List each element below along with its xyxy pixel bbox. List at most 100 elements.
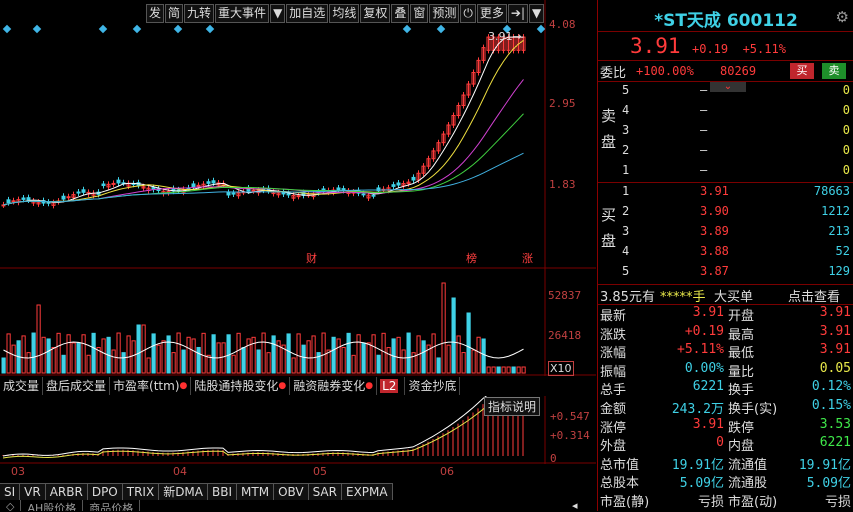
- bid-row-3[interactable]: 3 3.89 213: [598, 223, 853, 242]
- indicator-tab-0[interactable]: 成交量: [0, 377, 44, 395]
- big-order-price: 3.85元有: [600, 290, 655, 305]
- bottom-tabs-arrow-icon[interactable]: ◂: [572, 499, 578, 512]
- gear-icon[interactable]: ⚙: [836, 8, 849, 26]
- volume-bar: [366, 342, 371, 374]
- event-diamond-icon: [436, 24, 446, 34]
- time-label-06: 06: [440, 465, 454, 478]
- volume-bar: [221, 342, 226, 374]
- bid-row-1[interactable]: 1 3.91 78663: [598, 183, 853, 202]
- bid-row-4[interactable]: 4 3.88 52: [598, 243, 853, 262]
- quote-label: 市盈(静): [600, 495, 650, 510]
- ask-row-5[interactable]: 1 – 0: [598, 162, 853, 181]
- order-price: –: [700, 123, 708, 137]
- quote-value: 19.91亿: [798, 457, 851, 473]
- volume-bar: [376, 354, 381, 374]
- current-price: 3.91: [630, 34, 681, 58]
- bottom-tab-2[interactable]: ARBR: [45, 483, 88, 500]
- quote-label: 内盘: [728, 439, 755, 455]
- indicator-tab-1[interactable]: 盘后成交量: [43, 377, 111, 395]
- indicator-tab-5[interactable]: L2: [377, 377, 406, 395]
- volume-axis-label-mid: 26418: [548, 329, 582, 342]
- volume-bar: [296, 333, 301, 374]
- bottom-tab-stub[interactable]: ◇: [0, 500, 22, 511]
- volume-bar: [401, 349, 406, 374]
- volume-bar: [236, 332, 241, 374]
- quote-value: 3.91: [819, 305, 851, 320]
- volume-bar: [486, 366, 491, 374]
- volume-bar: [496, 366, 501, 374]
- indicator-tab-4[interactable]: 融资融券变化●: [290, 377, 378, 395]
- sell-button[interactable]: 卖: [822, 63, 846, 79]
- indicator-tab-3[interactable]: 陆股通持股变化●: [191, 377, 291, 395]
- big-order-row[interactable]: 3.85元有 *****手 大买单 点击查看: [598, 286, 853, 305]
- volume-bar: [186, 336, 191, 374]
- chart-area[interactable]: 发简九转 重大事件 ▼ 加自选 均线 复权叠窗预测 ⏻ 更多 ➔| ▼ 4.08 2.95 1.8…: [0, 0, 596, 512]
- volume-bar: [511, 366, 516, 374]
- buy-button[interactable]: 买: [790, 63, 814, 79]
- volume-bar: [291, 357, 296, 374]
- candle-body: [411, 176, 416, 181]
- quote-label: 总股本: [600, 476, 640, 492]
- order-volume: 0: [842, 83, 850, 97]
- volume-bar: [381, 332, 386, 374]
- ask-row-2[interactable]: 4 – 0: [598, 102, 853, 121]
- volume-bar: [131, 340, 136, 374]
- quote-label: 外盘: [600, 439, 627, 455]
- indicator-tab-2[interactable]: 市盈率(ttm)●: [110, 377, 192, 395]
- quote-value: 3.91: [692, 416, 724, 432]
- indicator-tab-6[interactable]: 资金抄底: [405, 377, 461, 395]
- quote-value: 0: [716, 435, 724, 451]
- order-level: 2: [622, 143, 630, 157]
- volume-bar: [76, 342, 81, 374]
- bottom-tab-6[interactable]: BBI: [208, 483, 238, 500]
- bottom-tab-4[interactable]: TRIX: [122, 483, 160, 500]
- order-volume: 213: [828, 224, 850, 238]
- volume-bar: [406, 332, 411, 374]
- bid-row-5[interactable]: 5 3.87 129: [598, 263, 853, 282]
- order-volume: 78663: [813, 184, 850, 198]
- quote-value: 243.2万: [671, 402, 724, 417]
- candle-body: [391, 184, 396, 187]
- bottom-tab-1[interactable]: VR: [20, 483, 46, 500]
- ask-row-3[interactable]: 3 – 0: [598, 122, 853, 141]
- bottom-tab-8[interactable]: OBV: [274, 483, 309, 500]
- quote-row: 总市值 19.91亿 流通值 19.91亿: [598, 454, 853, 473]
- event-mark-list[interactable]: 榜: [466, 250, 477, 266]
- volume-chart[interactable]: [0, 270, 596, 376]
- candle-body: [6, 199, 11, 204]
- bottom-tab-ah[interactable]: AH股价格: [21, 500, 84, 511]
- ask-row-4[interactable]: 2 – 0: [598, 142, 853, 161]
- order-level: 3: [622, 123, 630, 137]
- quote-row: 总股本 5.09亿 流通股 5.09亿: [598, 472, 853, 491]
- volume-bar: [246, 338, 251, 374]
- bottom-tab-10[interactable]: EXPMA: [341, 483, 393, 500]
- bid-row-2[interactable]: 2 3.90 1212: [598, 203, 853, 222]
- order-volume: 0: [842, 143, 850, 157]
- indicator-help-button[interactable]: 指标说明: [484, 397, 541, 416]
- bottom-tab-commodity[interactable]: 商品价格: [83, 500, 141, 511]
- quote-label: 换手(实): [728, 402, 778, 417]
- volume-bar: [451, 297, 456, 374]
- volume-bar: [86, 354, 91, 374]
- bottom-tab-7[interactable]: MTM: [237, 483, 275, 500]
- quote-label: 涨跌: [600, 327, 627, 343]
- big-order-view-link[interactable]: 点击查看: [788, 286, 840, 305]
- event-mark-finance[interactable]: 财: [306, 250, 317, 266]
- bottom-tab-9[interactable]: SAR: [308, 483, 342, 500]
- order-volume: 0: [842, 123, 850, 137]
- candle-body: [251, 189, 256, 192]
- ask-row-1[interactable]: 5 – 0: [598, 82, 853, 101]
- quote-label: 流通值: [728, 457, 768, 473]
- order-price: –: [700, 83, 708, 97]
- order-level: 4: [622, 103, 630, 117]
- quote-value: 5.09亿: [679, 476, 724, 492]
- volume-bar: [301, 344, 306, 374]
- volume-bar: [286, 333, 291, 374]
- bottom-tab-5[interactable]: 新DMA: [159, 483, 208, 500]
- indicator-axis-label-2: +0.314: [550, 429, 590, 442]
- event-mark-limitup[interactable]: 涨: [522, 250, 533, 266]
- bottom-tab-3[interactable]: DPO: [87, 483, 123, 500]
- volume-bar: [311, 335, 316, 374]
- bottom-tab-0[interactable]: SI: [0, 483, 21, 500]
- quote-value: 3.91: [819, 342, 851, 358]
